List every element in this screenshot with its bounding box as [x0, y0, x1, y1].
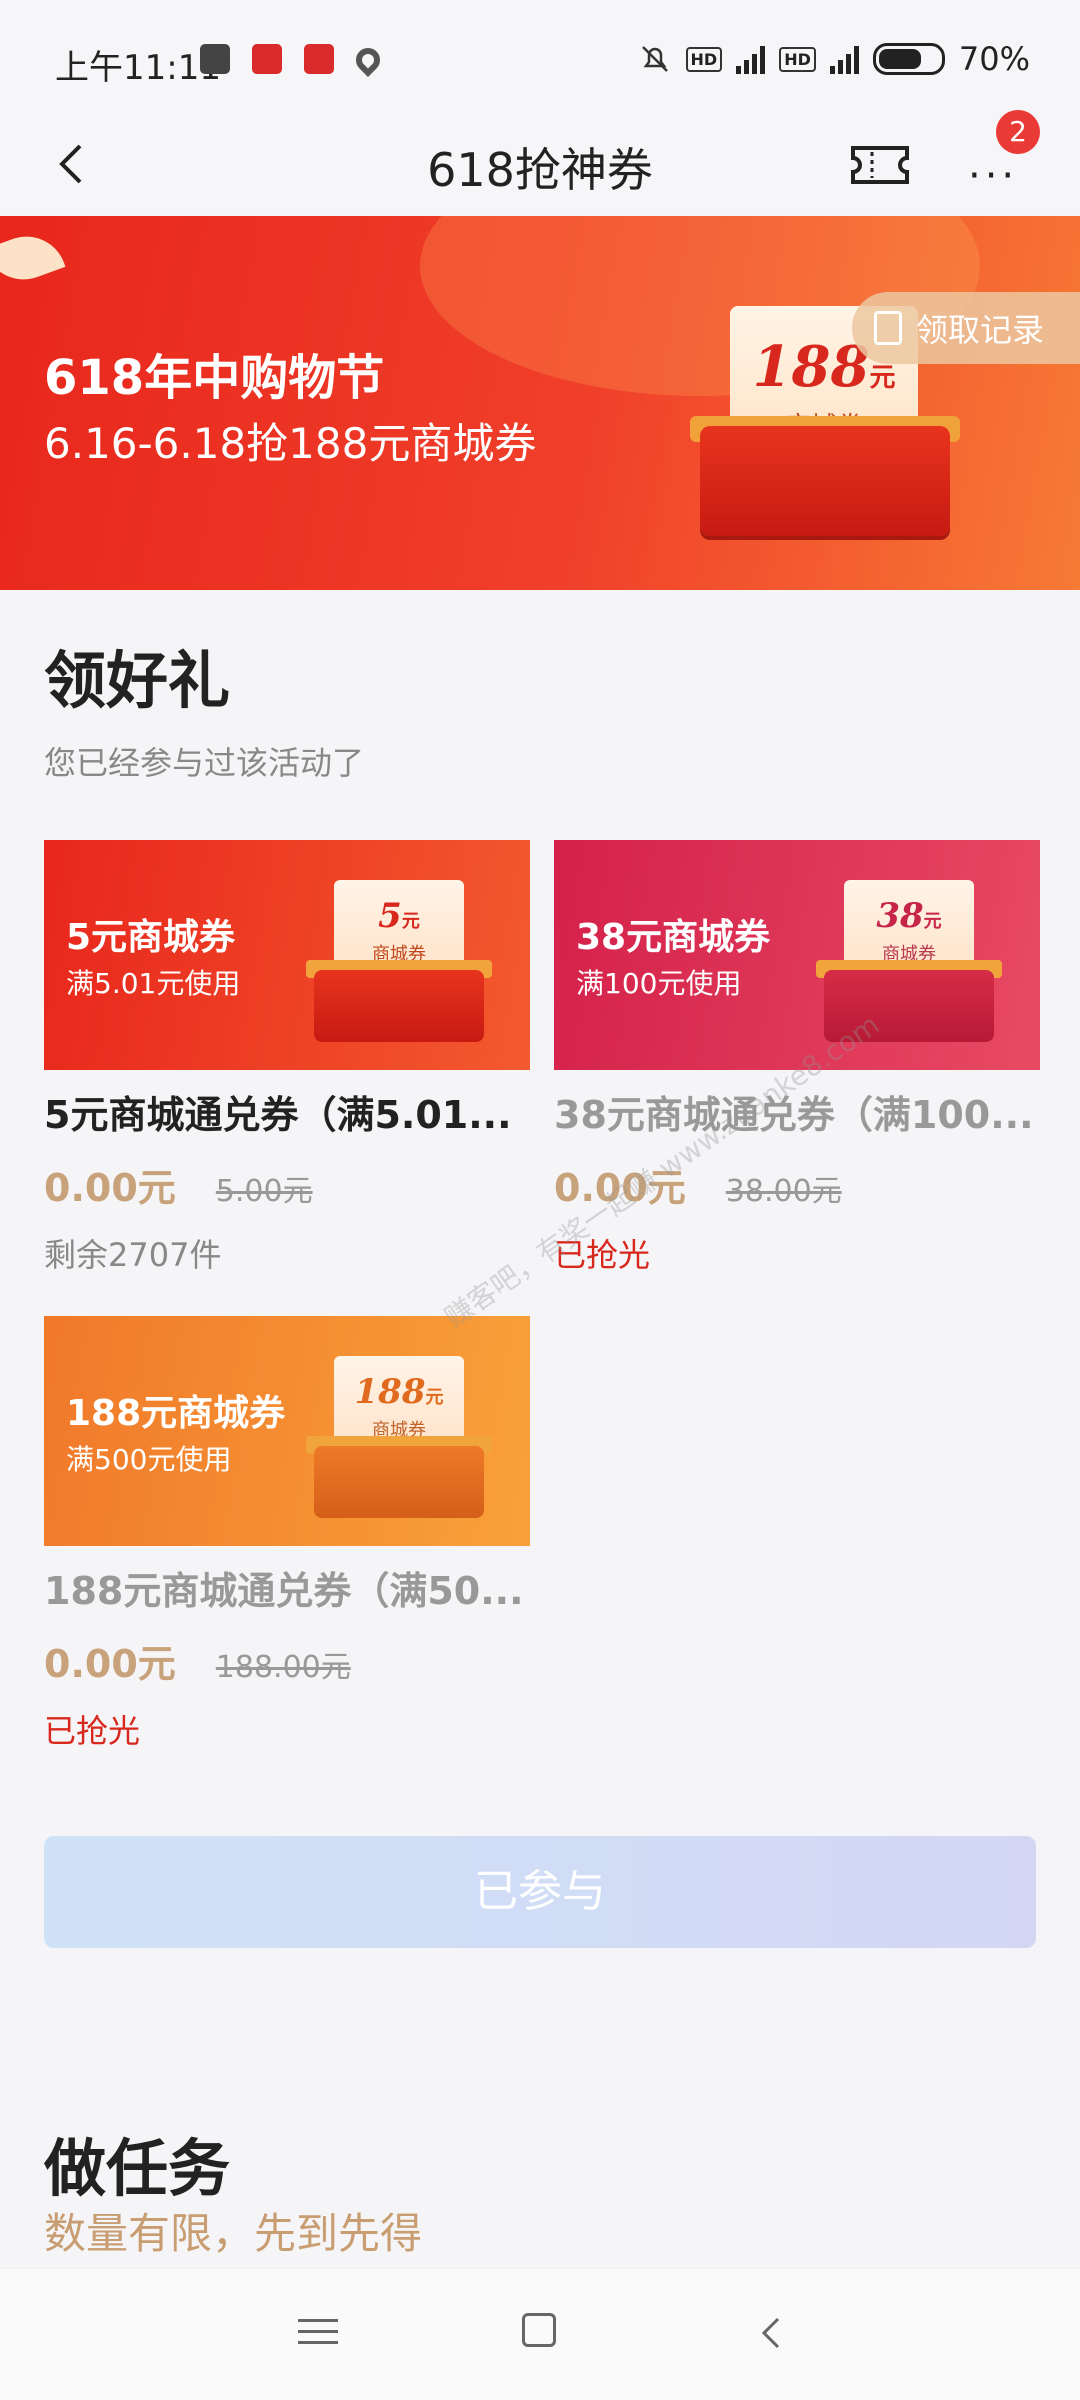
coupon-banner-title: 38元商城券	[576, 917, 771, 958]
coupon-card-5[interactable]: 5元商城券 满5.01元使用 5元 商城券 5元商城通兑券（满5.01... 0…	[44, 840, 530, 1276]
app-notification-icon	[252, 44, 282, 74]
gift-box	[314, 970, 484, 1042]
nav-bar: 618抢神券 ···	[0, 120, 1080, 214]
signal-icon	[736, 44, 766, 74]
banner-subtitle: 6.16-6.18抢188元商城券	[44, 419, 537, 468]
section-title: 领好礼	[44, 644, 231, 717]
drop-icon	[351, 43, 385, 77]
home-icon[interactable]	[522, 2313, 556, 2347]
joined-button[interactable]: 已参与	[44, 1836, 1036, 1948]
coupon-card-188[interactable]: 188元商城券 满500元使用 188元 商城券 188元商城通兑券（满50..…	[44, 1316, 530, 1752]
battery-icon	[872, 43, 945, 75]
status-bar: 上午11:11 HD HD 70%	[0, 0, 1080, 120]
coupon-original-price: 188.00元	[215, 1650, 351, 1685]
coupon-original-price: 5.00元	[215, 1174, 313, 1209]
status-right: HD HD 70%	[638, 40, 1030, 78]
coupon-image: 38元商城券 满100元使用 38元 商城券	[554, 840, 1040, 1070]
coupon-stock: 已抢光	[554, 1236, 651, 1274]
document-icon	[874, 311, 902, 345]
page-title: 618抢神券	[427, 143, 653, 197]
system-nav-bar	[0, 2268, 1080, 2400]
coupon-banner-condition: 满100元使用	[576, 967, 742, 1000]
records-button[interactable]: 领取记录	[852, 292, 1080, 364]
coupon-gift-amount: 38	[876, 896, 924, 936]
coupon-image: 188元商城券 满500元使用 188元 商城券	[44, 1316, 530, 1546]
coupon-stock: 已抢光	[44, 1712, 141, 1750]
gift-box	[700, 426, 950, 536]
coupon-banner-condition: 满500元使用	[66, 1443, 232, 1476]
battery-percent: 70%	[958, 40, 1030, 78]
coupon-name: 5元商城通兑券（满5.01...	[44, 1093, 512, 1137]
coupon-gift-amount: 5	[378, 896, 402, 936]
coupon-gift-unit: 元	[401, 911, 420, 932]
status-time: 上午11:11	[55, 48, 221, 88]
coupon-original-price: 38.00元	[725, 1174, 842, 1209]
coupon-banner-title: 188元商城券	[66, 1393, 286, 1434]
notification-icons	[200, 43, 385, 77]
coupon-banner-title: 5元商城券	[66, 917, 236, 958]
app-notification-icon-2	[304, 44, 334, 74]
coupon-gift-unit: 元	[923, 911, 942, 932]
gift-unit: 元	[869, 363, 896, 393]
system-back-icon[interactable]	[752, 2313, 792, 2353]
gift-amount: 188	[752, 334, 870, 400]
hd-icon: HD	[685, 46, 723, 72]
coupon-gift-amount: 188	[354, 1372, 426, 1412]
tasks-title: 做任务	[44, 2132, 231, 2205]
records-button-label: 领取记录	[916, 311, 1045, 349]
ribbon-decoration	[0, 225, 66, 291]
coupon-name: 188元商城通兑券（满50...	[44, 1569, 524, 1613]
coupon-gift-unit: 元	[425, 1387, 444, 1408]
coupon-image: 5元商城券 满5.01元使用 5元 商城券	[44, 840, 530, 1070]
banner-title: 618年中购物节	[44, 350, 385, 406]
notification-badge: 2	[996, 110, 1040, 154]
coupon-stock: 剩余2707件	[44, 1236, 222, 1274]
hd-icon-2: HD	[779, 46, 816, 72]
ticket-icon[interactable]	[850, 142, 910, 188]
menu-icon[interactable]	[298, 2313, 338, 2353]
coupon-banner-condition: 满5.01元使用	[66, 967, 241, 1000]
tasks-subtitle: 数量有限，先到先得	[44, 2209, 423, 2258]
section-subtitle: 您已经参与过该活动了	[44, 744, 365, 782]
signal-icon-2	[829, 44, 859, 74]
coupon-price: 0.00元	[44, 1642, 176, 1686]
promo-banner[interactable]: 618年中购物节 6.16-6.18抢188元商城券 188元 商城券 领取记录	[0, 216, 1080, 590]
gift-box	[314, 1446, 484, 1518]
coupon-price: 0.00元	[44, 1166, 176, 1210]
mute-bell-icon	[641, 46, 668, 72]
message-icon	[200, 44, 230, 74]
